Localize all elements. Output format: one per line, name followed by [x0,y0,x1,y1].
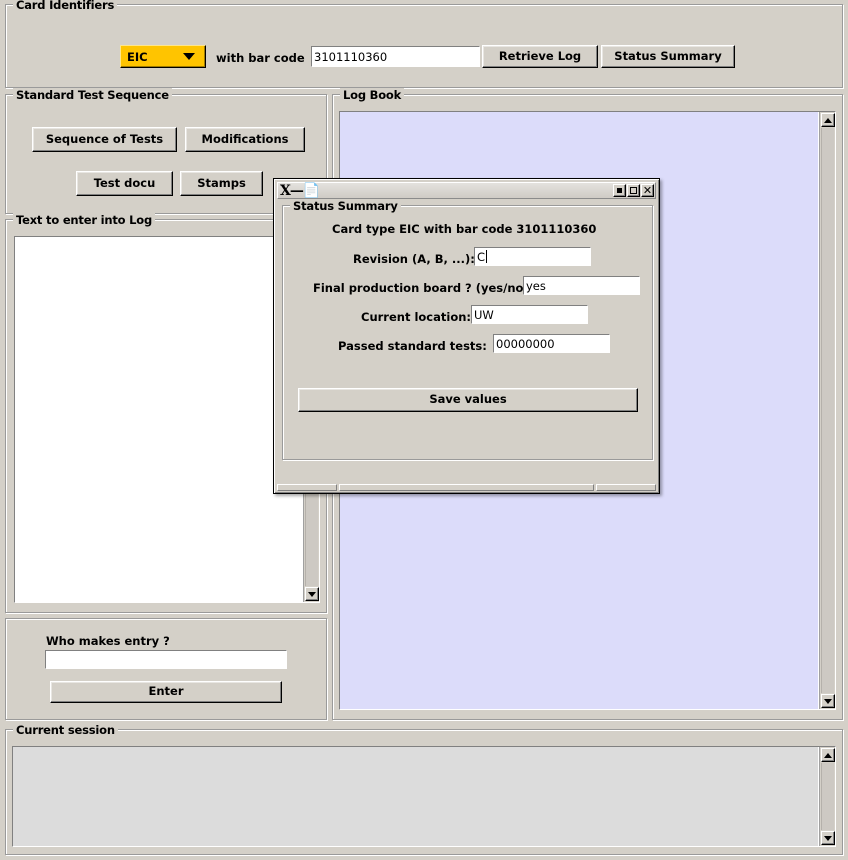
status-summary-group: Status Summary Card type EIC with bar co… [282,199,653,460]
who-makes-entry-input[interactable] [45,650,287,669]
text-to-enter-title: Text to enter into Log [13,213,155,227]
revision-label: Revision (A, B, ...): [353,252,475,266]
current-location-label: Current location: [361,310,472,324]
close-button[interactable]: ✕ [641,184,654,197]
resize-grip-left[interactable] [277,484,337,491]
status-summary-label: Status Summary [614,48,722,63]
text-to-enter-scroll-down-button[interactable] [305,587,319,601]
minimize-button[interactable] [613,184,626,197]
current-session-title: Current session [13,723,118,737]
maximize-button[interactable] [627,184,640,197]
current-session-scrollbar[interactable] [819,747,835,846]
text-to-enter-textarea[interactable] [15,237,302,602]
passed-standard-tests-value: 00000000 [496,336,555,351]
text-caret [486,250,488,263]
final-production-board-label: Final production board ? (yes/no) [313,281,529,295]
test-docu-label: Test docu [93,175,156,190]
triangle-down-icon [824,835,832,841]
log-book-scroll-track[interactable] [821,128,834,693]
current-location-input[interactable]: UW [471,305,588,324]
retrieve-log-button[interactable]: Retrieve Log [482,45,598,68]
retrieve-log-label: Retrieve Log [498,48,582,63]
dialog-resize-grip[interactable] [277,484,656,491]
current-session-textarea[interactable] [13,747,818,846]
current-session-panel: Current session [5,723,843,855]
bar-code-value: 3101110360 [314,49,388,64]
passed-standard-tests-label: Passed standard tests: [338,339,487,353]
maximize-icon [630,187,637,194]
triangle-down-icon [824,698,832,704]
enter-label: Enter [148,684,184,699]
close-icon: ✕ [642,184,653,197]
dialog-window-controls[interactable]: ✕ [613,184,654,197]
card-identifiers-title: Card Identifiers [13,0,118,12]
current-session-scroll-down-button[interactable] [821,831,835,845]
triangle-up-icon [824,752,832,758]
x-window-logo-icon: X—📄 [280,182,320,199]
log-book-scroll-down-button[interactable] [821,694,835,708]
resize-grip-center[interactable] [339,484,594,491]
enter-button[interactable]: Enter [50,681,282,703]
bar-code-input[interactable]: 3101110360 [311,46,480,67]
final-production-board-value: yes [526,278,546,293]
passed-standard-tests-input[interactable]: 00000000 [493,334,610,353]
log-book-title: Log Book [340,88,405,102]
revision-input[interactable]: C [474,247,591,266]
revision-value: C [477,249,486,264]
current-location-value: UW [474,307,494,322]
status-summary-button[interactable]: Status Summary [601,45,735,68]
chevron-down-icon [183,53,195,60]
status-summary-group-title: Status Summary [290,199,401,213]
save-values-button[interactable]: Save values [298,388,638,412]
triangle-up-icon [824,117,832,123]
dialog-titlebar[interactable]: X—📄 ✕ [277,182,656,199]
triangle-down-icon [308,591,316,597]
modifications-button[interactable]: Modifications [185,127,305,152]
standard-test-sequence-title: Standard Test Sequence [13,88,172,102]
stamps-label: Stamps [197,175,246,190]
log-book-scroll-up-button[interactable] [821,113,835,127]
resize-grip-right[interactable] [596,484,656,491]
sequence-of-tests-label: Sequence of Tests [45,131,164,146]
log-book-scrollbar[interactable] [819,112,835,709]
dialog-heading: Card type EIC with bar code 3101110360 [332,222,597,236]
card-identifiers-panel: Card Identifiers EIC with bar code 31011… [5,0,843,88]
current-session-scroll-up-button[interactable] [821,748,835,762]
modifications-label: Modifications [201,131,289,146]
who-makes-entry-label: Who makes entry ? [46,634,170,648]
bar-code-label: with bar code [216,51,305,65]
card-type-dropdown[interactable]: EIC [120,45,206,68]
current-session-scroll-track[interactable] [821,763,834,830]
final-production-board-input[interactable]: yes [523,276,640,295]
stamps-button[interactable]: Stamps [180,171,263,196]
status-summary-dialog[interactable]: X—📄 ✕ Status Summary Card type EIC with … [273,178,660,494]
who-makes-entry-panel: Who makes entry ? Enter [5,618,327,720]
save-values-label: Save values [429,392,507,407]
card-type-selected-value: EIC [127,49,148,64]
test-docu-button[interactable]: Test docu [76,171,173,196]
current-session-scrollpane [12,746,836,847]
minimize-icon [617,188,622,193]
sequence-of-tests-button[interactable]: Sequence of Tests [32,127,177,152]
